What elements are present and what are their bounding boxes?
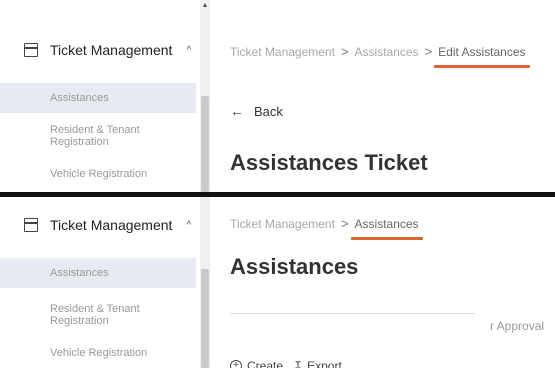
scrollbar-thumb[interactable] [201, 96, 209, 192]
export-label: Export [307, 359, 342, 368]
plus-circle-icon: + [230, 360, 242, 368]
ticket-management-icon [24, 218, 38, 232]
scrollbar-thumb[interactable] [201, 269, 209, 368]
search-field-underline[interactable] [230, 313, 475, 314]
sidebar-item-assistances[interactable]: Assistances [0, 83, 196, 113]
chevron-up-icon[interactable]: ^ [186, 45, 191, 56]
back-button[interactable]: ← Back [230, 103, 283, 119]
status-filter-label[interactable]: r Approval [490, 319, 544, 333]
sidebar-item-resident-tenant-registration[interactable]: Resident & Tenant Registration [0, 300, 196, 330]
breadcrumb-current-label: Edit Assistances [438, 44, 526, 59]
sidebar-group-ticket-management[interactable]: Ticket Management ^ [0, 208, 200, 242]
ticket-management-icon [24, 43, 38, 57]
sidebar-scrollbar[interactable] [200, 197, 210, 368]
back-label: Back [254, 103, 283, 119]
sidebar-group-ticket-management[interactable]: Ticket Management ^ [0, 33, 200, 67]
breadcrumb-ticket-management[interactable]: Ticket Management [230, 45, 335, 59]
create-label: Create [247, 359, 284, 368]
sidebar-group-label: Ticket Management [50, 42, 173, 58]
breadcrumb: Ticket Management > Assistances > Edit A… [230, 44, 530, 68]
sidebar-scrollbar[interactable]: ▲ [200, 0, 210, 192]
breadcrumb-ticket-management[interactable]: Ticket Management [230, 217, 335, 231]
export-button[interactable]: ↧ Export [293, 359, 342, 368]
download-icon: ↧ [293, 359, 304, 368]
sidebar-item-assistances[interactable]: Assistances [0, 258, 196, 288]
sidebar-item-vehicle-registration[interactable]: Vehicle Registration [0, 338, 196, 368]
breadcrumb-assistances[interactable]: Assistances [355, 45, 419, 59]
breadcrumb: Ticket Management > Assistances [230, 216, 423, 240]
page-title: Assistances Ticket [230, 150, 428, 175]
breadcrumb-separator-icon: > [340, 216, 349, 231]
list-actions: + Create ↧ Export [230, 359, 352, 368]
sidebar: Ticket Management ^ Assistances Resident… [0, 197, 200, 368]
sidebar-item-vehicle-registration[interactable]: Vehicle Registration [0, 159, 196, 189]
main-content: Ticket Management > Assistances > Edit A… [210, 0, 555, 192]
sidebar-item-resident-tenant-registration[interactable]: Resident & Tenant Registration [0, 121, 196, 151]
edit-assistances-screenshot: Ticket Management ^ Assistances Resident… [0, 0, 555, 192]
chevron-up-icon[interactable]: ^ [186, 220, 191, 231]
breadcrumb-assistances: Assistances [350, 216, 423, 240]
main-content: Ticket Management > Assistances Assistan… [210, 197, 555, 368]
create-button[interactable]: + Create [230, 359, 283, 368]
arrow-left-icon: ← [230, 103, 244, 119]
sidebar-group-label: Ticket Management [50, 217, 173, 233]
assistances-list-screenshot: Ticket Management ^ Assistances Resident… [0, 197, 555, 368]
active-breadcrumb-underline [434, 64, 530, 68]
sidebar: Ticket Management ^ Assistances Resident… [0, 0, 200, 192]
active-breadcrumb-underline [350, 236, 423, 240]
scroll-up-arrow-icon[interactable]: ▲ [200, 0, 210, 12]
breadcrumb-current-label: Assistances [354, 216, 419, 231]
breadcrumb-separator-icon: > [424, 44, 433, 59]
breadcrumb-edit-assistances: Edit Assistances [434, 44, 530, 68]
breadcrumb-separator-icon: > [340, 44, 349, 59]
page-title: Assistances [230, 254, 359, 279]
